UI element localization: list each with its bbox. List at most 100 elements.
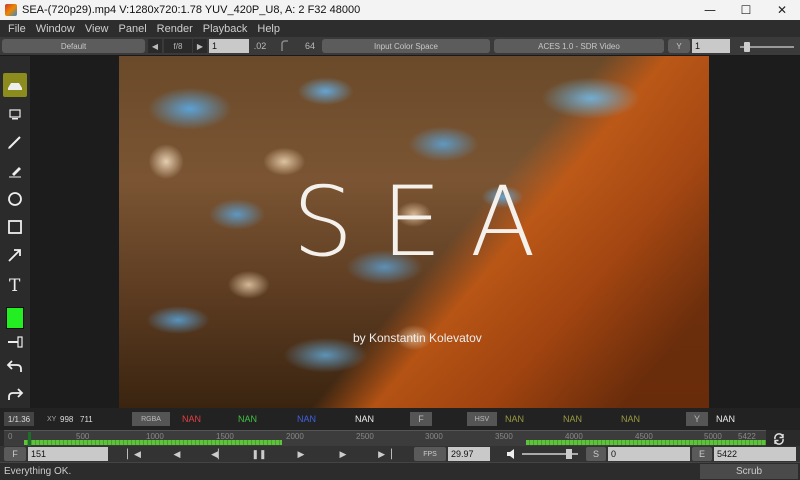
timeline-label: 1000 <box>146 432 164 441</box>
go-to-start-button[interactable]: ▏◀ <box>127 447 141 461</box>
fstop-button[interactable]: f/8 <box>164 39 192 53</box>
coord-x: 998 <box>60 414 74 424</box>
rgba-mode-button[interactable]: RGBA <box>132 412 170 426</box>
menu-panel[interactable]: Panel <box>114 23 152 35</box>
pause-button[interactable]: ❚❚ <box>251 447 267 461</box>
scrub-mode-button[interactable]: Scrub <box>700 464 798 479</box>
end-frame-label[interactable]: E <box>692 447 712 461</box>
menu-file[interactable]: File <box>3 23 31 35</box>
go-to-end-button[interactable]: ▶▕ <box>378 447 392 461</box>
green-value: NAN <box>238 414 258 424</box>
volume-slider[interactable] <box>522 447 578 461</box>
timeline-label: 2000 <box>286 432 304 441</box>
fps-label-button[interactable]: FPS <box>414 447 446 461</box>
start-frame-label[interactable]: S <box>586 447 606 461</box>
exposure-input[interactable]: 1 <box>209 39 249 53</box>
frame-label-button[interactable]: F <box>4 447 26 461</box>
chevron-left-icon: ◀ <box>151 41 159 51</box>
zoom-level[interactable]: 1/1.36 <box>4 412 34 426</box>
bits-slider-icon[interactable] <box>278 39 292 53</box>
volume-button[interactable] <box>504 447 520 461</box>
brush-size-button[interactable] <box>3 330 27 354</box>
playhead[interactable] <box>28 432 31 446</box>
text-icon: T <box>9 276 21 293</box>
fstop-decrease-button[interactable]: ◀ <box>148 39 162 53</box>
arrow-tool-button[interactable] <box>3 243 27 267</box>
coord-y: 711 <box>80 414 93 424</box>
gain-input[interactable]: 1 <box>692 39 730 53</box>
play-backward-icon: ◀▏ <box>211 448 225 459</box>
timeline-track[interactable]: 0 500 1000 1500 2000 2500 3000 3500 4000… <box>4 430 766 446</box>
timeline-label: 500 <box>76 432 90 441</box>
eraser-icon <box>9 167 21 178</box>
timeline-label: 2500 <box>356 432 374 441</box>
timeline-label: 5422 <box>738 432 756 441</box>
menu-window[interactable]: Window <box>31 23 80 35</box>
status-message: Everything OK. <box>4 466 72 477</box>
redo-icon <box>8 388 24 400</box>
pencil-icon <box>8 136 21 149</box>
rectangle-icon <box>8 220 22 234</box>
redo-button[interactable] <box>3 382 27 406</box>
bit-depth-value: 64 <box>304 41 315 51</box>
step-forward-button[interactable]: ▶ <box>336 447 350 461</box>
fstop-increase-button[interactable]: ▶ <box>193 39 207 53</box>
skip-forward-icon: ▶▕ <box>378 448 392 459</box>
rectangle-tool-button[interactable] <box>3 215 27 239</box>
layout-dropdown[interactable]: Default <box>2 39 145 53</box>
red-value: NAN <box>182 414 202 424</box>
monitor-icon <box>9 109 21 120</box>
fps-input[interactable]: 29.97 <box>448 447 490 461</box>
menu-bar: File Window View Panel Render Playback H… <box>0 20 800 37</box>
image-viewer[interactable]: SEA by Konstantin Kolevatov <box>30 56 800 408</box>
display-view-dropdown[interactable]: ACES 1.0 - SDR Video <box>494 39 664 53</box>
alpha-value: NAN <box>355 414 375 424</box>
draw-color-swatch[interactable] <box>6 307 24 329</box>
eraser-tool-button[interactable] <box>3 158 27 182</box>
brush-size-icon <box>8 336 23 348</box>
luminance-value: NAN <box>716 414 736 424</box>
playback-bar: F 151 ▏◀ ◀ ◀▏ ❚❚ ▶ ▶ ▶▕ FPS 29.97 S 0 E … <box>0 446 800 462</box>
pause-icon: ❚❚ <box>251 448 267 459</box>
status-bar: Everything OK. Scrub <box>0 462 800 480</box>
frame-input[interactable]: 151 <box>28 447 108 461</box>
undo-button[interactable] <box>3 354 27 378</box>
timeline-label: 4500 <box>635 432 653 441</box>
float-toggle-button[interactable]: F <box>410 412 432 426</box>
timeline-label: 5000 <box>704 432 722 441</box>
window-title: SEA-(720p29).mp4 V:1280x720:1.78 YUV_420… <box>22 4 361 16</box>
circle-tool-button[interactable] <box>3 187 27 211</box>
start-frame-input[interactable]: 0 <box>608 447 690 461</box>
step-back-icon: ◀ <box>173 448 181 459</box>
menu-render[interactable]: Render <box>152 23 198 35</box>
play-icon: ▶ <box>297 448 305 459</box>
loop-icon[interactable] <box>772 432 786 446</box>
scrub-tool-button[interactable] <box>3 73 27 97</box>
play-backward-button[interactable]: ◀▏ <box>211 447 225 461</box>
channel-button[interactable]: Y <box>668 39 690 53</box>
timeline[interactable]: 0 500 1000 1500 2000 2500 3000 3500 4000… <box>0 430 800 446</box>
step-back-button[interactable]: ◀ <box>170 447 184 461</box>
end-frame-input[interactable]: 5422 <box>714 447 796 461</box>
timeline-label: 3000 <box>425 432 443 441</box>
input-color-space-dropdown[interactable]: Input Color Space <box>322 39 490 53</box>
pencil-tool-button[interactable] <box>3 130 27 154</box>
video-credit-text: by Konstantin Kolevatov <box>353 331 482 345</box>
menu-help[interactable]: Help <box>252 23 285 35</box>
play-forward-button[interactable]: ▶ <box>294 447 308 461</box>
select-tool-button[interactable] <box>3 102 27 126</box>
gain-slider-handle[interactable] <box>744 42 750 52</box>
video-frame[interactable]: SEA by Konstantin Kolevatov <box>119 56 709 408</box>
app-logo-icon <box>5 4 17 16</box>
minimize-button[interactable]: — <box>692 0 728 20</box>
blue-value: NAN <box>297 414 317 424</box>
hsv-mode-button[interactable]: HSV <box>467 412 497 426</box>
hue-value: NAN <box>505 414 525 424</box>
menu-view[interactable]: View <box>80 23 114 35</box>
menu-playback[interactable]: Playback <box>198 23 253 35</box>
close-button[interactable]: ✕ <box>764 0 800 20</box>
luminance-mode-button[interactable]: Y <box>686 412 708 426</box>
maximize-button[interactable]: ☐ <box>728 0 764 20</box>
title-bar: SEA-(720p29).mp4 V:1280x720:1.78 YUV_420… <box>0 0 800 20</box>
text-tool-button[interactable]: T <box>3 272 27 296</box>
